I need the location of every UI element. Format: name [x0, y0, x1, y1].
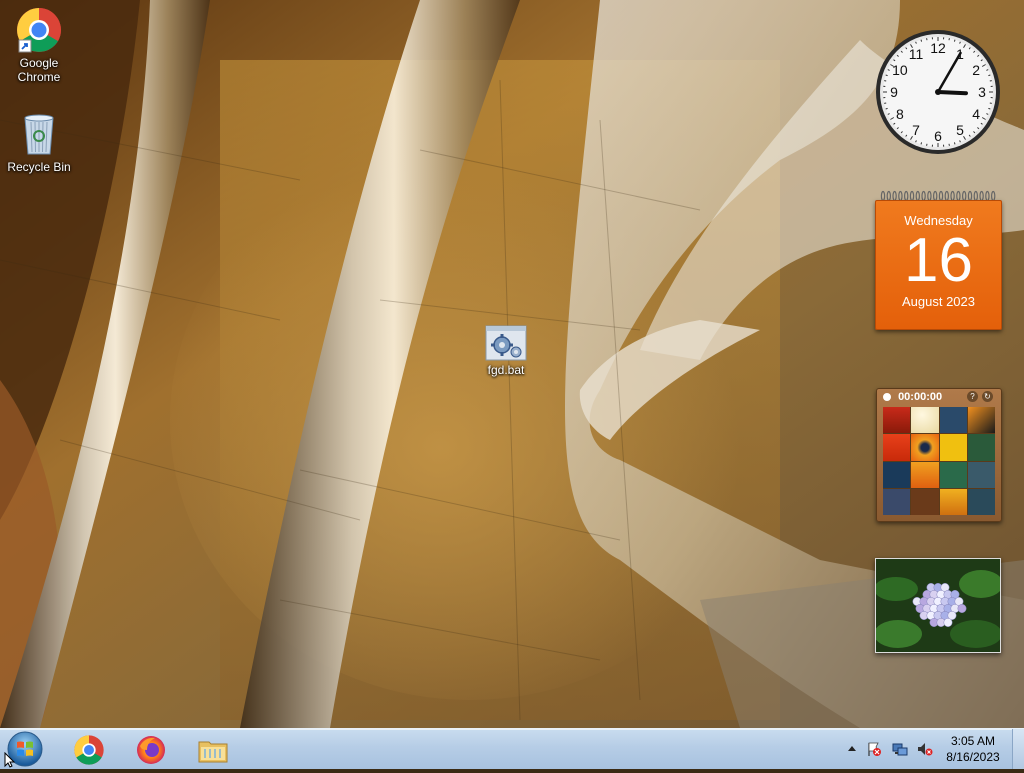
slideshow-gadget[interactable] [875, 558, 1001, 653]
clock-numeral: 9 [890, 84, 898, 100]
desktop-icon-label: Google Chrome [1, 56, 77, 84]
taskbar-date: 8/16/2023 [940, 749, 1006, 765]
folder-icon [197, 734, 229, 766]
puzzle-toolbar: 00:00:00 ? ↻ [877, 389, 1001, 405]
puzzle-tile[interactable] [911, 407, 938, 433]
show-hidden-icons-arrow[interactable] [844, 741, 860, 757]
show-desktop-button[interactable] [1012, 729, 1024, 769]
clock-tick [988, 75, 990, 76]
clock-numeral: 4 [972, 106, 980, 122]
taskbar-time: 3:05 AM [940, 733, 1006, 749]
chrome-icon [73, 734, 105, 766]
desktop-icon-fgd-bat[interactable]: fgd.bat [468, 325, 544, 377]
puzzle-tile[interactable] [940, 434, 967, 460]
clock-tick [921, 142, 922, 144]
clock-numeral: 5 [956, 122, 964, 138]
puzzle-tile[interactable] [911, 462, 938, 488]
puzzle-shuffle-icon[interactable]: ↻ [982, 391, 993, 402]
puzzle-tile[interactable] [968, 407, 995, 433]
desktop-icon-label: Recycle Bin [1, 160, 77, 174]
taskbar-clock[interactable]: 3:05 AM 8/16/2023 [940, 733, 1006, 765]
calendar-month-year: August 2023 [876, 294, 1001, 309]
puzzle-tile[interactable] [968, 434, 995, 460]
puzzle-tile[interactable] [883, 462, 910, 488]
clock-gadget[interactable]: 121234567891011 [874, 28, 1002, 156]
clock-tick [886, 108, 888, 109]
action-center-flag-icon[interactable] [866, 741, 882, 757]
clock-numeral: 11 [909, 46, 924, 62]
picture-puzzle-gadget[interactable]: 00:00:00 ? ↻ [876, 388, 1002, 522]
firefox-icon [135, 734, 167, 766]
puzzle-tile[interactable] [911, 434, 938, 460]
volume-muted-icon[interactable] [917, 741, 933, 757]
taskbar: 3:05 AM 8/16/2023 [0, 728, 1024, 769]
puzzle-tile[interactable] [883, 489, 910, 515]
puzzle-tile[interactable] [911, 489, 938, 515]
clock-tick [886, 75, 888, 76]
network-icon[interactable] [892, 741, 908, 757]
desktop-icon-google-chrome[interactable]: Google Chrome [1, 6, 77, 84]
clock-tick [921, 40, 922, 42]
batch-file-icon [485, 325, 527, 361]
puzzle-tile[interactable] [883, 434, 910, 460]
hydrangea-photo [876, 559, 1000, 652]
taskbar-explorer-button[interactable] [186, 731, 240, 767]
calendar-gadget[interactable]: Wednesday 16 August 2023 [875, 190, 1000, 330]
clock-tick [954, 142, 955, 144]
clock-numeral: 3 [978, 84, 986, 100]
calendar-day-number: 16 [876, 228, 1001, 294]
puzzle-tile[interactable] [940, 462, 967, 488]
recycle-bin-icon [15, 110, 63, 158]
clock-numeral: 10 [892, 62, 908, 78]
clock-hour-hand [938, 92, 966, 93]
puzzle-tile[interactable] [940, 407, 967, 433]
chrome-icon [15, 6, 63, 54]
puzzle-tile[interactable] [883, 407, 910, 433]
desktop-icon-recycle-bin[interactable]: Recycle Bin [1, 110, 77, 174]
puzzle-help-icon[interactable]: ? [967, 391, 978, 402]
puzzle-tile[interactable] [968, 489, 995, 515]
clock-numeral: 7 [912, 122, 920, 138]
clock-tick [954, 40, 955, 42]
stopwatch-icon [883, 393, 891, 401]
clock-tick [988, 108, 990, 109]
mouse-cursor-icon [4, 752, 16, 768]
taskbar-chrome-button[interactable] [62, 731, 116, 767]
calendar-page: Wednesday 16 August 2023 [875, 200, 1002, 330]
clock-numeral: 6 [934, 128, 942, 144]
puzzle-tile[interactable] [940, 489, 967, 515]
clock-numeral: 12 [930, 40, 946, 56]
taskbar-firefox-button[interactable] [124, 731, 178, 767]
puzzle-tile[interactable] [968, 462, 995, 488]
analog-clock-face: 121234567891011 [874, 28, 1002, 156]
clock-numeral: 2 [972, 62, 980, 78]
desktop-icon-label: fgd.bat [468, 363, 544, 377]
puzzle-timer: 00:00:00 [898, 391, 942, 403]
puzzle-tiles[interactable] [883, 407, 995, 515]
clock-numeral: 8 [896, 106, 904, 122]
